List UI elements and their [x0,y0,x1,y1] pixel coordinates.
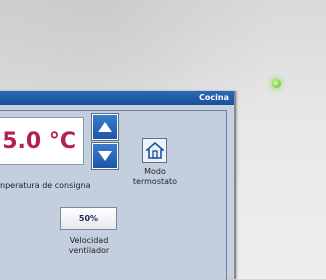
mode-label: Modo termostato [131,167,179,187]
mode-label-line1: Modo [144,167,166,176]
thermostat-screen: Cocina 5.0 °C nperatura de consigna Modo… [0,91,236,280]
setpoint-value: 5.0 °C [2,128,76,154]
fan-speed-label-line2: ventilador [68,246,110,255]
decrease-setpoint-button[interactable] [91,142,119,170]
room-name: Cocina [199,93,229,102]
fan-speed-button[interactable]: 50% [60,207,117,230]
increase-setpoint-button[interactable] [91,113,119,141]
thermostat-mode-button[interactable] [142,138,167,163]
setpoint-label: nperatura de consigna [0,181,91,190]
status-led [272,79,281,88]
setpoint-display: 5.0 °C [0,117,84,165]
house-thermostat-icon [145,142,164,159]
arrow-up-icon [98,122,112,132]
fan-speed-label-line1: Velocidad [69,236,109,245]
title-bar: Cocina [0,91,234,105]
fan-speed-label: Velocidad ventilador [48,236,130,256]
control-panel: 5.0 °C nperatura de consigna Modo termos… [0,110,227,280]
fan-speed-value: 50% [78,214,99,223]
arrow-down-icon [98,151,112,161]
mode-label-line2: termostato [132,177,178,186]
